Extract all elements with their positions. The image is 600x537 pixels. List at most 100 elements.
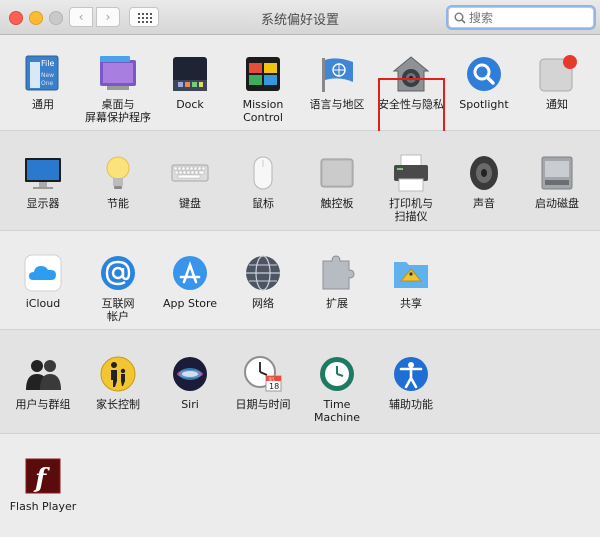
- pref-label: 启动磁盘: [535, 197, 579, 210]
- pref-siri[interactable]: Siri: [152, 354, 228, 411]
- show-all-grid-button[interactable]: [129, 7, 159, 27]
- pref-label: 语言与地区: [309, 98, 365, 111]
- general-icon-text: File: [41, 59, 54, 68]
- pref-label: 辅助功能: [389, 398, 433, 411]
- pref-label: Mission Control: [242, 98, 284, 124]
- keyboard-icon: [170, 153, 210, 193]
- calendar-month-text: JUL: [268, 377, 276, 382]
- pref-app-store[interactable]: App Store: [152, 253, 228, 310]
- pref-notifications[interactable]: 通知: [519, 54, 595, 111]
- pref-desktop-screensaver[interactable]: 桌面与 屏幕保护程序: [80, 54, 156, 124]
- pref-dock[interactable]: Dock: [152, 54, 228, 111]
- dock-icon: [170, 54, 210, 94]
- pref-label: iCloud: [25, 297, 61, 310]
- pref-label: 打印机与 扫描仪: [389, 197, 433, 223]
- section-hardware: 显示器 节能 键盘 鼠标 触控板 打印机与 扫描仪 声音 启动磁盘: [0, 131, 600, 231]
- pref-startup-disk[interactable]: 启动磁盘: [519, 153, 595, 210]
- minimize-window-button[interactable]: [29, 11, 43, 25]
- mission-control-icon: [243, 54, 283, 94]
- search-field[interactable]: [446, 5, 596, 30]
- pref-date-time[interactable]: JUL 18 日期与时间: [225, 354, 301, 411]
- general-icon-text: New: [41, 72, 54, 79]
- pref-general[interactable]: File New One 通用: [5, 54, 81, 111]
- pref-label: 键盘: [179, 197, 201, 210]
- pref-label: 网络: [252, 297, 274, 310]
- pref-accessibility[interactable]: 辅助功能: [373, 354, 449, 411]
- general-icon: File New One: [23, 54, 63, 94]
- pref-label: 共享: [400, 297, 422, 310]
- pref-label: 桌面与 屏幕保护程序: [85, 98, 151, 124]
- pref-label: 互联网 帐户: [101, 297, 135, 323]
- general-icon-text: One: [41, 80, 54, 87]
- system-preferences-window: ‹ › 系统偏好设置 File New: [0, 0, 600, 537]
- pref-flash-player[interactable]: f Flash Player: [5, 456, 81, 513]
- section-other: f Flash Player: [0, 434, 600, 537]
- pref-label: Dock: [176, 98, 204, 111]
- speaker-icon: [464, 153, 504, 193]
- pref-label: 鼠标: [252, 197, 274, 210]
- at-sign-icon: [98, 253, 138, 293]
- pref-icloud[interactable]: iCloud: [5, 253, 81, 310]
- pref-spotlight[interactable]: Spotlight: [446, 54, 522, 111]
- forward-button[interactable]: ›: [96, 7, 120, 27]
- section-internet: iCloud 互联网 帐户 App Store 网络 扩展 共享: [0, 231, 600, 330]
- section-system: 用户与群组 家长控制 Siri JUL 18 日期与时间 Time Machin…: [0, 330, 600, 434]
- flag-icon: [317, 54, 357, 94]
- pref-trackpad[interactable]: 触控板: [299, 153, 375, 210]
- sharing-folder-icon: [391, 253, 431, 293]
- pref-label: Spotlight: [459, 98, 509, 111]
- lightbulb-icon: [98, 153, 138, 193]
- pref-users-groups[interactable]: 用户与群组: [5, 354, 81, 411]
- search-input[interactable]: [469, 10, 587, 25]
- flash-player-icon: f: [23, 456, 63, 496]
- trackpad-icon: [317, 153, 357, 193]
- pref-label: Time Machine: [313, 398, 361, 424]
- zoom-window-button[interactable]: [49, 11, 63, 25]
- pref-label: 显示器: [26, 197, 60, 210]
- puzzle-icon: [317, 253, 357, 293]
- pref-displays[interactable]: 显示器: [5, 153, 81, 210]
- pref-label: 日期与时间: [235, 398, 291, 411]
- pref-mouse[interactable]: 鼠标: [225, 153, 301, 210]
- pref-energy-saver[interactable]: 节能: [80, 153, 156, 210]
- pref-label: App Store: [162, 297, 218, 310]
- printer-icon: [391, 153, 431, 193]
- users-icon: [23, 354, 63, 394]
- pref-internet-accounts[interactable]: 互联网 帐户: [80, 253, 156, 323]
- pref-printers-scanners[interactable]: 打印机与 扫描仪: [373, 153, 449, 223]
- app-store-icon: [170, 253, 210, 293]
- pref-parental-controls[interactable]: 家长控制: [80, 354, 156, 411]
- pref-label: Siri: [181, 398, 199, 411]
- parental-controls-icon: [98, 354, 138, 394]
- globe-icon: [243, 253, 283, 293]
- search-icon: [454, 12, 466, 24]
- pref-label: 节能: [107, 197, 129, 210]
- calendar-day-text: 18: [269, 382, 279, 391]
- mouse-icon: [243, 153, 283, 193]
- pref-label: 触控板: [320, 197, 354, 210]
- close-window-button[interactable]: [9, 11, 23, 25]
- pref-sharing[interactable]: 共享: [373, 253, 449, 310]
- pref-label: 通用: [32, 98, 54, 111]
- pref-label: 扩展: [326, 297, 348, 310]
- pref-label: 声音: [473, 197, 495, 210]
- pref-label: 家长控制: [96, 398, 140, 411]
- pref-network[interactable]: 网络: [225, 253, 301, 310]
- toolbar: ‹ › 系统偏好设置: [0, 0, 600, 35]
- pref-keyboard[interactable]: 键盘: [152, 153, 228, 210]
- pref-extensions[interactable]: 扩展: [299, 253, 375, 310]
- clock-calendar-icon: JUL 18: [243, 354, 283, 394]
- desktop-screensaver-icon: [98, 54, 138, 94]
- hard-disk-icon: [537, 153, 577, 193]
- accessibility-icon: [391, 354, 431, 394]
- pref-sound[interactable]: 声音: [446, 153, 522, 210]
- pref-mission-control[interactable]: Mission Control: [225, 54, 301, 124]
- pref-language-region[interactable]: 语言与地区: [299, 54, 375, 111]
- notifications-icon: [537, 54, 577, 94]
- siri-icon: [170, 354, 210, 394]
- magnifier-icon: [464, 54, 504, 94]
- back-button[interactable]: ‹: [69, 7, 93, 27]
- pref-time-machine[interactable]: Time Machine: [299, 354, 375, 424]
- pref-label: Flash Player: [9, 500, 77, 513]
- pref-label: 用户与群组: [15, 398, 71, 411]
